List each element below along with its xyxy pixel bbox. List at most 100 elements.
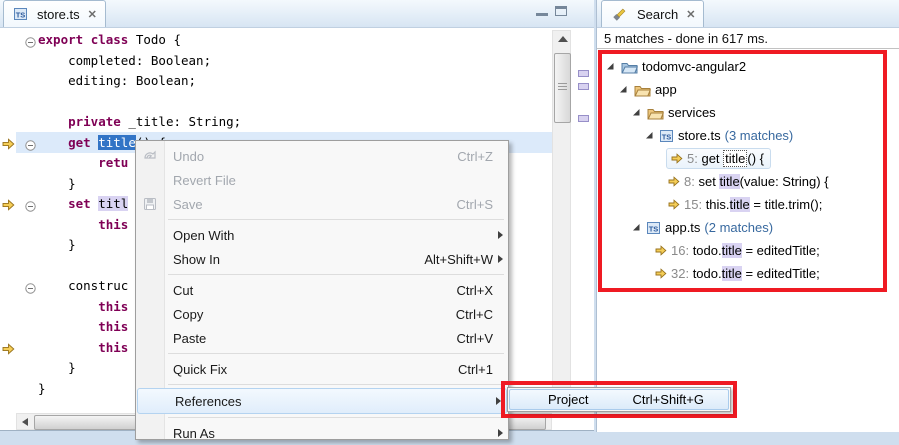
search-tab-bar: Search ✕ [597,0,899,28]
tree-match-row[interactable]: 32: todo.title = editedTitle; [602,262,883,285]
indent-spacer [602,204,666,205]
menu-separator [136,216,508,223]
tree-node-app[interactable]: app [602,78,883,101]
menu-item-revert-file: Revert File [136,168,508,192]
match-text: = title.trim(); [750,197,823,212]
vertical-scrollbar-thumb[interactable] [554,53,571,123]
match-line-number: 16: [671,243,693,258]
references-submenu: Project Ctrl+Shift+G [507,387,731,412]
match-line-number: 5: [687,151,701,166]
occurrence-mark[interactable] [578,70,589,77]
menu-item-show-in[interactable]: Show InAlt+Shift+W [136,247,508,271]
menu-item-paste[interactable]: PasteCtrl+V [136,326,508,350]
folder-yellow-icon [647,106,664,120]
tree-match-row[interactable]: 15: this.title = title.trim(); [602,193,883,216]
menu-item-references[interactable]: References [137,388,507,414]
vertical-scrollbar[interactable] [552,30,571,412]
search-match-arrow-icon[interactable] [2,198,15,216]
minimize-icon[interactable] [536,8,548,16]
close-icon[interactable]: ✕ [686,8,695,21]
match-arrow-icon [668,199,680,210]
fold-collapse-icon[interactable] [25,35,36,53]
search-results-tree[interactable]: todomvc-angular2 app servicesTSstore.ts(3 … [602,54,883,285]
close-icon[interactable]: ✕ [88,8,97,21]
menu-item-accel: Ctrl+Z [457,149,493,164]
code-token [38,114,68,129]
indent-spacer [602,158,666,159]
menu-item-cut[interactable]: CutCtrl+X [136,278,508,302]
menu-item-label: Run As [173,426,215,441]
code-line: private _title: String; [38,112,552,133]
search-pane: Search ✕ 5 matches - done in 617 ms. tod… [596,0,899,432]
code-token [38,299,98,314]
code-token: private [68,114,121,129]
occurrence-mark[interactable] [578,115,589,122]
match-line-number: 8: [684,174,698,189]
scroll-up-icon[interactable] [558,36,568,42]
tree-match-row[interactable]: 16: todo.title = editedTitle; [602,239,883,262]
tab-search[interactable]: Search ✕ [601,0,704,27]
expander-icon [606,62,615,71]
tree-node-label: todomvc-angular2 [642,59,746,74]
fold-collapse-icon[interactable] [25,199,36,217]
fold-collapse-icon[interactable] [25,281,36,299]
divider [597,48,899,49]
menu-item-accel: Ctrl+1 [458,362,493,377]
code-token: completed: Boolean; [38,53,211,68]
code-token [38,196,68,211]
search-match-arrow-icon[interactable] [2,137,15,155]
code-token: Todo { [128,32,181,47]
scroll-left-icon[interactable] [22,418,28,426]
menu-item-label: Undo [173,149,204,164]
tree-node-app-ts[interactable]: TSapp.ts(2 matches) [602,216,883,239]
tree-match-row[interactable]: 5: get title() { [602,147,883,170]
svg-text:TS: TS [649,224,659,233]
tree-node-todomvc-angular2[interactable]: todomvc-angular2 [602,55,883,78]
menu-item-quick-fix[interactable]: Quick FixCtrl+1 [136,357,508,381]
indent-spacer [602,66,604,67]
code-token: } [38,237,76,252]
match-highlight: title [722,243,742,258]
tree-node-label: app.ts [665,220,700,235]
code-token: this [98,299,128,314]
selected-match-row[interactable]: 5: get title() { [666,148,771,169]
match-text: todo. [693,243,722,258]
folder-blue-icon [621,60,638,74]
folder-yellow-icon [634,83,651,97]
tab-label: Search [637,7,678,22]
fold-collapse-icon[interactable] [25,138,36,156]
indent-spacer [602,273,653,274]
menu-item-open-with[interactable]: Open With [136,223,508,247]
code-token [38,319,98,334]
menu-separator [136,381,508,388]
menu-item-copy[interactable]: CopyCtrl+C [136,302,508,326]
menu-separator [136,350,508,357]
code-token: export [38,32,83,47]
undo-icon [142,148,158,164]
code-line: completed: Boolean; [38,51,552,72]
tab-store-ts[interactable]: TS store.ts ✕ [3,0,106,27]
code-token: _title: String; [121,114,241,129]
code-token: editing: Boolean; [38,73,196,88]
occurrence-mark[interactable] [578,83,589,90]
menu-item-undo: Undo Ctrl+Z [136,144,508,168]
match-line-number: 15: [684,197,706,212]
search-match-arrow-icon[interactable] [2,342,15,360]
ts-file-icon: TS [660,129,674,143]
menu-item-project[interactable]: Project Ctrl+Shift+G [509,389,729,410]
menu-item-run-as[interactable]: Run As [136,421,508,445]
search-results-annotation-box: todomvc-angular2 app servicesTSstore.ts(3 … [598,50,887,292]
match-text: get [701,151,723,166]
match-text: set [698,174,719,189]
tree-node-store-ts[interactable]: TSstore.ts(3 matches) [602,124,883,147]
context-menu: UndoCtrl+ZRevert FileSaveCtrl+SOpen With… [135,140,509,440]
code-token: set [68,196,91,211]
code-token [38,340,98,355]
maximize-icon[interactable] [555,6,567,16]
expander-icon [645,131,654,140]
menu-item-label: Revert File [173,173,236,188]
code-token [83,32,91,47]
tree-node-label: app [655,82,677,97]
tree-node-services[interactable]: services [602,101,883,124]
tree-match-row[interactable]: 8: set title(value: String) { [602,170,883,193]
